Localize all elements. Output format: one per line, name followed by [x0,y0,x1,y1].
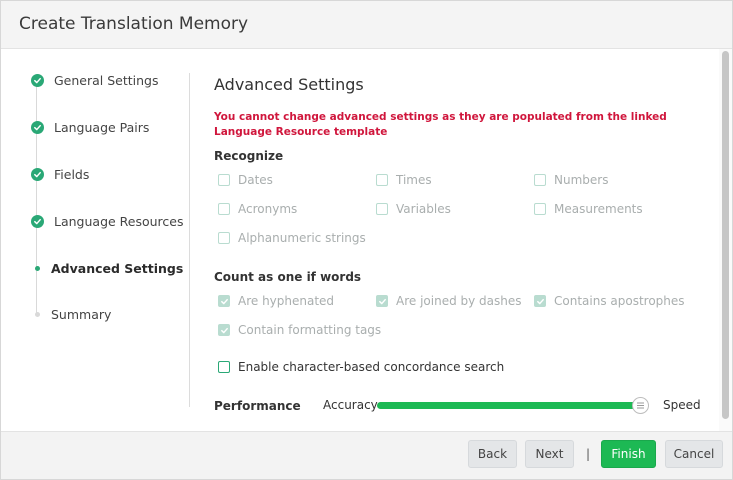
checkbox-box [218,295,230,307]
count-as-one-label: Count as one if words [214,270,362,284]
checkbox-alphanumeric-strings[interactable]: Alphanumeric strings [218,231,366,245]
check-icon [220,298,228,304]
step-advanced-settings[interactable]: Advanced Settings [31,258,183,278]
checkbox-box [376,295,388,307]
checkbox-contains-apostrophes[interactable]: Contains apostrophes [534,294,685,308]
finish-button[interactable]: Finish [601,440,656,468]
checkbox-box [218,203,230,215]
checkbox-label: Contains apostrophes [554,294,685,308]
checkbox-label: Are joined by dashes [396,294,522,308]
dialog-title: Create Translation Memory [19,14,249,34]
next-button[interactable]: Next [525,440,574,468]
checkbox-label: Dates [238,173,273,187]
step-language-resources[interactable]: Language Resources [31,211,184,231]
checkbox-box [376,203,388,215]
button-separator: | [586,447,591,461]
checkbox-label: Measurements [554,202,643,216]
step-label: Summary [51,306,112,322]
create-tm-dialog: Create Translation Memory General Settin… [0,0,733,480]
stepper-line [36,79,37,315]
checkbox-box [218,361,230,373]
grip-icon [637,402,644,409]
content-divider [189,73,190,407]
checkbox-label: Acronyms [238,202,298,216]
scrollbar[interactable] [719,49,732,431]
checkbox-label: Times [396,173,432,187]
step-label: Language Pairs [54,119,150,135]
step-label: Advanced Settings [51,260,184,276]
step-label: Language Resources [54,213,184,229]
checkbox-label: Enable character-based concordance searc… [238,360,505,374]
section-title: Advanced Settings [214,75,364,94]
cancel-button[interactable]: Cancel [665,440,723,468]
checkbox-times[interactable]: Times [376,173,432,187]
checkbox-box [218,232,230,244]
slider-handle[interactable] [632,397,649,414]
check-circle-icon [31,120,44,134]
dialog-header: Create Translation Memory [1,1,732,49]
check-circle-icon [31,167,44,181]
checkbox-box [218,324,230,336]
check-icon [536,298,544,304]
checkbox-box [218,174,230,186]
checkbox-box [376,174,388,186]
step-fields[interactable]: Fields [31,164,89,184]
step-label: General Settings [54,72,159,88]
check-icon [220,327,228,333]
checkbox-dates[interactable]: Dates [218,173,273,187]
step-general-settings[interactable]: General Settings [31,70,159,90]
speed-label: Speed [663,398,701,412]
checkbox-acronyms[interactable]: Acronyms [218,202,297,216]
scrollbar-thumb[interactable] [722,51,729,419]
check-icon [378,298,386,304]
checkbox-label: Alphanumeric strings [238,231,366,245]
dialog-footer: Back Next | Finish Cancel [1,431,732,479]
back-button[interactable]: Back [468,440,517,468]
checkbox-label: Variables [396,202,451,216]
performance-label: Performance [214,399,301,413]
checkbox-box [534,295,546,307]
checkbox-concordance-search[interactable]: Enable character-based concordance searc… [218,360,504,374]
pending-step-dot-icon [35,311,40,317]
slider-fill [377,402,641,409]
checkbox-contain-formatting-tags[interactable]: Contain formatting tags [218,323,381,337]
check-circle-icon [31,214,44,228]
checkbox-numbers[interactable]: Numbers [534,173,608,187]
checkbox-are-hyphenated[interactable]: Are hyphenated [218,294,334,308]
checkbox-variables[interactable]: Variables [376,202,451,216]
checkbox-box [534,203,546,215]
step-label: Fields [54,166,90,182]
checkbox-label: Numbers [554,173,609,187]
checkbox-joined-by-dashes[interactable]: Are joined by dashes [376,294,522,308]
recognize-label: Recognize [214,149,284,163]
checkbox-box [534,174,546,186]
performance-slider[interactable] [377,397,649,414]
check-circle-icon [31,73,44,87]
step-language-pairs[interactable]: Language Pairs [31,117,149,137]
warning-message: You cannot change advanced settings as t… [214,111,667,138]
checkbox-label: Are hyphenated [238,294,335,308]
checkbox-measurements[interactable]: Measurements [534,202,643,216]
checkbox-label: Contain formatting tags [238,323,382,337]
step-summary[interactable]: Summary [31,304,111,324]
current-step-dot-icon [35,265,40,271]
accuracy-label: Accuracy [323,398,378,412]
